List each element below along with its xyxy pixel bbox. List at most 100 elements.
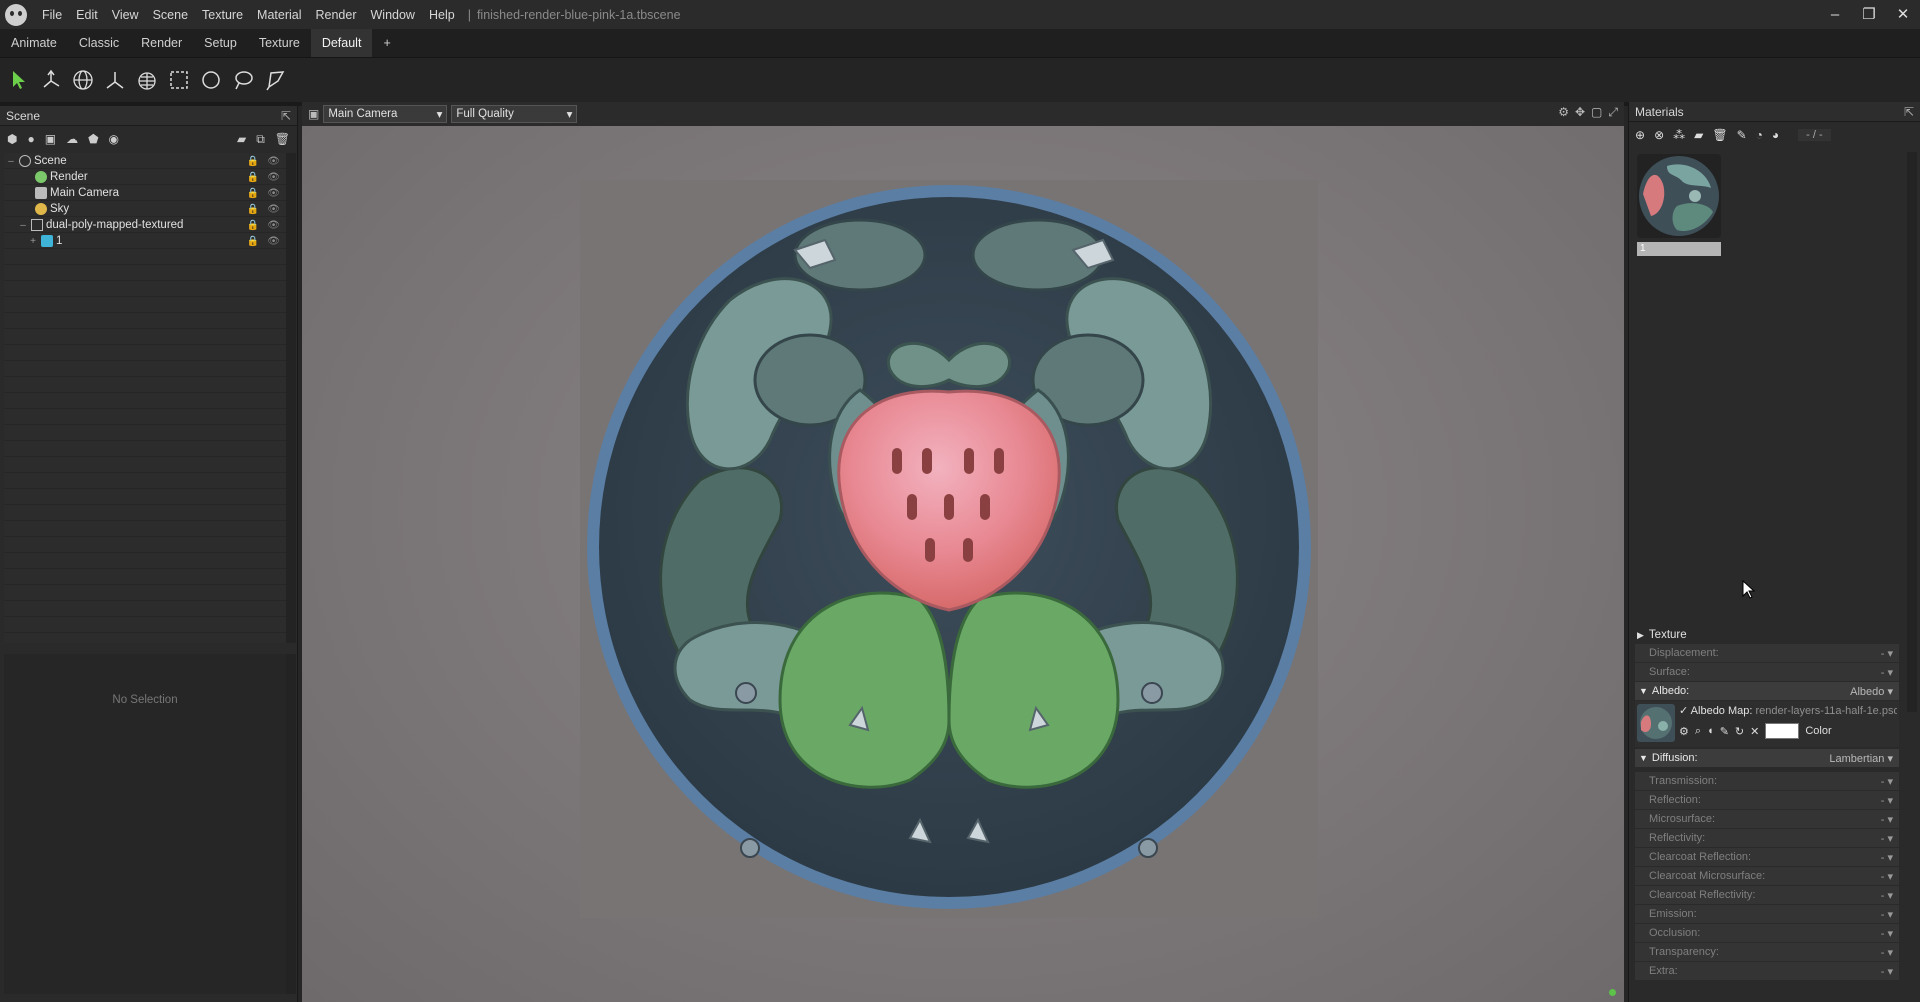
- clearcoat-reflection-row[interactable]: Clearcoat Reflection: - ▾: [1635, 848, 1899, 866]
- lock-icon[interactable]: 🔒: [247, 220, 259, 231]
- maximize-icon[interactable]: ⤢: [1608, 105, 1618, 120]
- albedo-map-thumbnail[interactable]: [1637, 704, 1675, 742]
- select-arrow-icon[interactable]: [6, 67, 32, 93]
- properties-scrollbar[interactable]: [286, 654, 296, 994]
- emission-row[interactable]: Emission: - ▾: [1635, 905, 1899, 923]
- menu-help[interactable]: Help: [422, 8, 462, 22]
- quality-dropdown[interactable]: Full Quality ▾: [451, 105, 578, 123]
- circle-select-icon[interactable]: [198, 67, 224, 93]
- color-swatch[interactable]: [1765, 723, 1800, 739]
- lock-icon[interactable]: 🔒: [247, 204, 259, 215]
- refresh-icon[interactable]: ↻: [1735, 725, 1744, 738]
- collapse-icon[interactable]: –: [6, 156, 16, 167]
- visibility-icon[interactable]: 👁: [267, 220, 280, 231]
- menu-render[interactable]: Render: [309, 8, 364, 22]
- add-shape-icon[interactable]: ⬟: [88, 132, 98, 146]
- settings-icon[interactable]: ⚙: [1558, 105, 1569, 120]
- visibility-icon[interactable]: 👁: [267, 204, 280, 215]
- close-button[interactable]: ✕: [1886, 0, 1920, 29]
- duplicate-material-icon[interactable]: ⊗: [1654, 128, 1664, 142]
- displacement-row[interactable]: Displacement: - ▾: [1635, 644, 1899, 662]
- tab-texture[interactable]: Texture: [248, 29, 311, 57]
- collapse-icon[interactable]: –: [18, 220, 28, 231]
- merge-icon[interactable]: ⁂: [1673, 128, 1685, 142]
- search-icon[interactable]: ⌕: [1695, 725, 1701, 738]
- menu-window[interactable]: Window: [364, 8, 422, 22]
- visibility-icon[interactable]: 👁: [267, 236, 280, 247]
- menu-texture[interactable]: Texture: [195, 8, 250, 22]
- gear-icon[interactable]: ⚙: [1679, 725, 1689, 738]
- albedo-row[interactable]: ▼ Albedo: Albedo ▾: [1635, 682, 1899, 700]
- materials-scrollbar[interactable]: [1907, 152, 1917, 712]
- tree-item-scene[interactable]: – Scene 🔒 👁: [4, 153, 286, 169]
- brush-icon[interactable]: ✎: [1720, 725, 1729, 738]
- apply-icon[interactable]: ◔: [1756, 128, 1763, 142]
- move-icon[interactable]: ✥: [1575, 105, 1585, 120]
- dropper-icon[interactable]: ◖: [1707, 725, 1714, 737]
- clearcoat-microsurface-row[interactable]: Clearcoat Microsurface: - ▾: [1635, 867, 1899, 885]
- viewport[interactable]: ▣ Main Camera ▾ Full Quality ▾ ⚙ ✥ ▢ ⤢: [302, 102, 1624, 1002]
- surface-row[interactable]: Surface: - ▾: [1635, 663, 1899, 681]
- undock-icon[interactable]: ⇱: [1904, 105, 1914, 119]
- tree-item-render[interactable]: Render 🔒 👁: [4, 169, 286, 185]
- camera-dropdown[interactable]: Main Camera ▾: [323, 105, 448, 123]
- clearcoat-reflectivity-row[interactable]: Clearcoat Reflectivity: - ▾: [1635, 886, 1899, 904]
- camera-icon[interactable]: ▣: [308, 107, 319, 121]
- folder-icon[interactable]: ▰: [1694, 128, 1703, 142]
- folder-icon[interactable]: ▰: [237, 132, 246, 146]
- menu-scene[interactable]: Scene: [146, 8, 195, 22]
- lock-icon[interactable]: 🔒: [247, 172, 259, 183]
- tab-setup[interactable]: Setup: [193, 29, 248, 57]
- menu-material[interactable]: Material: [250, 8, 308, 22]
- material-thumbnail[interactable]: [1637, 154, 1721, 238]
- tab-classic[interactable]: Classic: [68, 29, 130, 57]
- extra-row[interactable]: Extra: - ▾: [1635, 962, 1899, 980]
- undock-icon[interactable]: ⇱: [281, 109, 291, 123]
- minimize-button[interactable]: –: [1818, 0, 1852, 29]
- albedo-map-filename[interactable]: render-layers-11a-half-1e.psd: [1756, 705, 1898, 717]
- axis-icon[interactable]: [102, 67, 128, 93]
- add-cloud-icon[interactable]: ☁: [66, 132, 78, 146]
- occlusion-row[interactable]: Occlusion: - ▾: [1635, 924, 1899, 942]
- checkbox-check-icon[interactable]: ✓: [1679, 705, 1688, 717]
- close-icon[interactable]: ✕: [1750, 725, 1759, 738]
- tree-item-1[interactable]: + 1 🔒 👁: [4, 233, 286, 249]
- lasso-icon[interactable]: [230, 67, 256, 93]
- menu-file[interactable]: File: [35, 8, 69, 22]
- material-label[interactable]: 1: [1637, 242, 1721, 256]
- texture-section-header[interactable]: ▶ Texture: [1635, 626, 1899, 644]
- expand-icon[interactable]: +: [28, 236, 38, 247]
- poly-lasso-icon[interactable]: [262, 67, 288, 93]
- add-material-icon[interactable]: ◉: [109, 132, 119, 146]
- transmission-row[interactable]: Transmission: - ▾: [1635, 772, 1899, 790]
- scene-tree-scrollbar[interactable]: [286, 153, 296, 643]
- globe-icon[interactable]: [134, 67, 160, 93]
- tab-default[interactable]: Default: [310, 29, 373, 57]
- visibility-icon[interactable]: 👁: [267, 188, 280, 199]
- tab-render[interactable]: Render: [130, 29, 193, 57]
- add-camera-icon[interactable]: ▣: [45, 132, 56, 146]
- microsurface-row[interactable]: Microsurface: - ▾: [1635, 810, 1899, 828]
- tree-item-sky[interactable]: Sky 🔒 👁: [4, 201, 286, 217]
- frame-icon[interactable]: ▢: [1591, 105, 1602, 120]
- lock-icon[interactable]: 🔒: [247, 188, 259, 199]
- new-material-icon[interactable]: ⊕: [1635, 128, 1645, 142]
- reflectivity-row[interactable]: Reflectivity: - ▾: [1635, 829, 1899, 847]
- rect-select-icon[interactable]: [166, 67, 192, 93]
- lock-icon[interactable]: 🔒: [247, 156, 259, 167]
- picker-icon[interactable]: ✎: [1737, 128, 1747, 142]
- visibility-icon[interactable]: 👁: [267, 156, 280, 167]
- delete-icon[interactable]: 🗑: [275, 132, 290, 146]
- menu-edit[interactable]: Edit: [69, 8, 105, 22]
- tab-animate[interactable]: Animate: [0, 29, 68, 57]
- move-gizmo-icon[interactable]: [38, 67, 64, 93]
- rotate-sphere-icon[interactable]: [70, 67, 96, 93]
- transparency-row[interactable]: Transparency: - ▾: [1635, 943, 1899, 961]
- delete-icon[interactable]: 🗑: [1712, 128, 1727, 142]
- material-counter[interactable]: - / -: [1798, 129, 1831, 141]
- lock-icon[interactable]: 🔒: [247, 236, 259, 247]
- reflection-row[interactable]: Reflection: - ▾: [1635, 791, 1899, 809]
- tree-item-mesh[interactable]: – dual-poly-mapped-textured 🔒 👁: [4, 217, 286, 233]
- add-light-icon[interactable]: ●: [27, 132, 34, 146]
- duplicate-icon[interactable]: ⧉: [256, 132, 265, 147]
